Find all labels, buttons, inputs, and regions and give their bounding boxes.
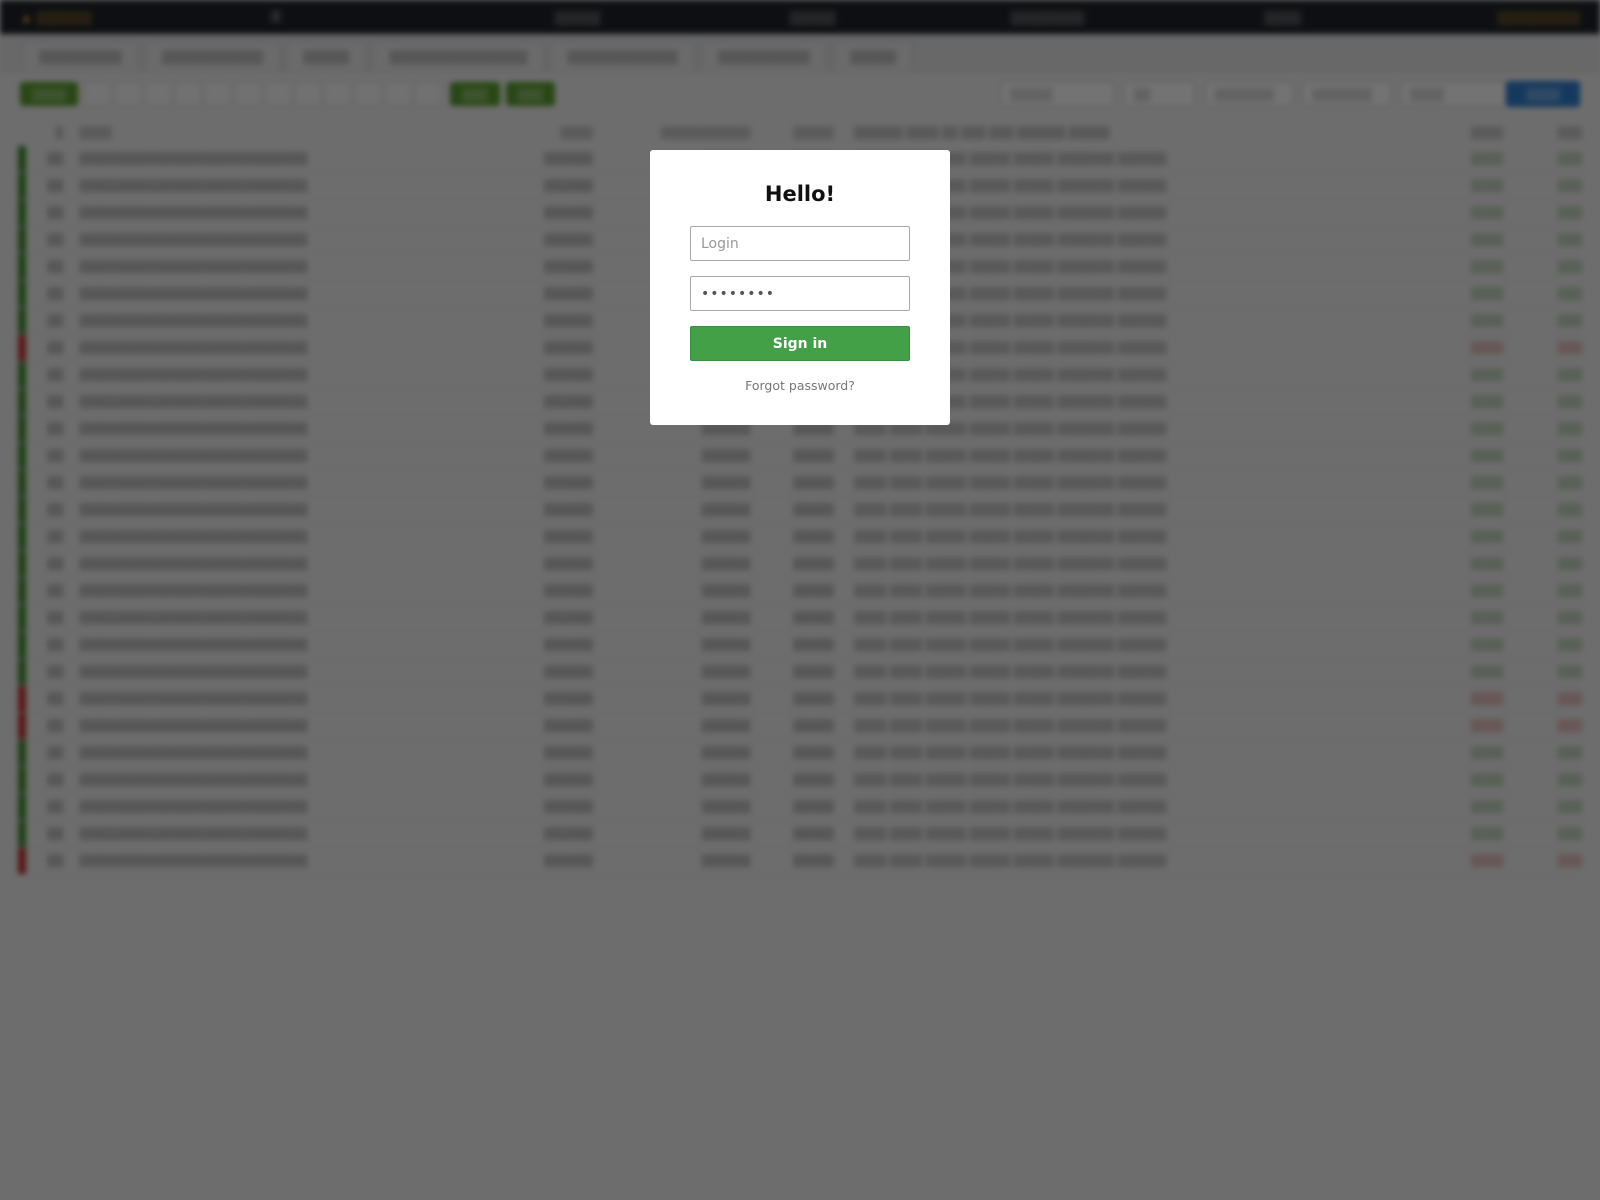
password-input[interactable] [690,276,910,311]
login-input[interactable] [690,226,910,261]
forgot-password-link[interactable]: Forgot password? [650,378,950,393]
sign-in-button[interactable]: Sign in [690,326,910,361]
login-dialog: Hello! Sign in Forgot password? [650,150,950,425]
dialog-title: Hello! [764,182,836,206]
